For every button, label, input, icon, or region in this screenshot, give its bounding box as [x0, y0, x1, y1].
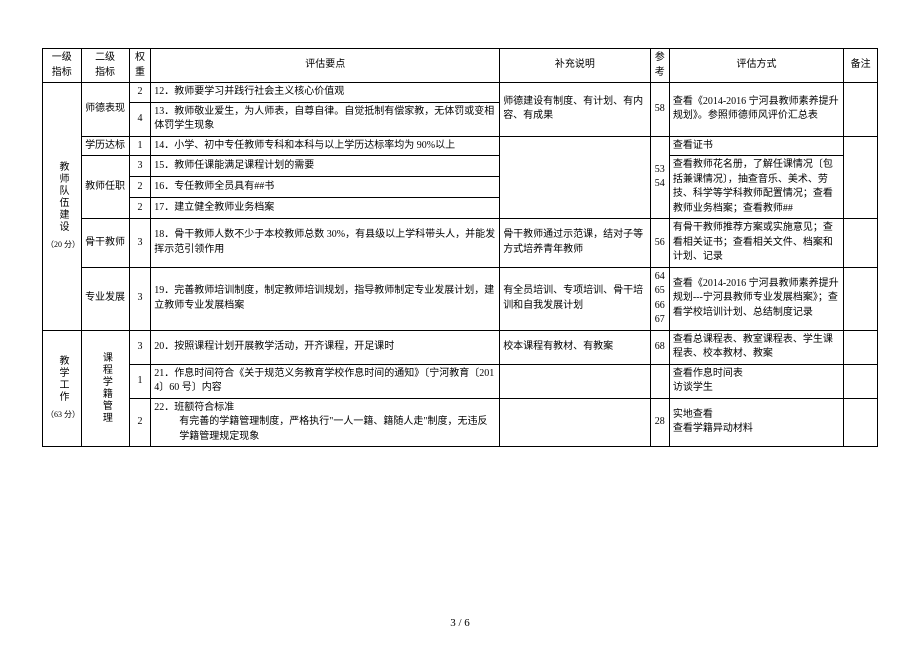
header-l2: 二级 指标	[81, 49, 129, 83]
rm-cell	[844, 398, 878, 447]
mt-cell: 查看《2014-2016 宁河县教师素养提升规划---宁河县教师专业发展档案》；…	[669, 267, 843, 330]
mt-cell: 查看总课程表、教室课程表、学生课程表、校本教材、教案	[669, 330, 843, 364]
rf-cell: 28	[650, 398, 669, 447]
rf-cell: 58	[650, 83, 669, 137]
table-header-row: 一级 指标 二级 指标 权 重 评估要点 补充说明 参 考 评估方式 备注	[43, 49, 878, 83]
wt-cell: 1	[129, 364, 151, 398]
sp-cell: 师德建设有制度、有计划、有内容、有成果	[500, 83, 650, 137]
wt-cell: 1	[129, 136, 151, 156]
pt-cell: 16．专任教师全员具有##书	[151, 177, 500, 198]
wt-cell: 2	[129, 198, 151, 219]
l2-cell: 骨干教师	[81, 219, 129, 268]
header-wt: 权 重	[129, 49, 151, 83]
pt-cell: 18．骨干教师人数不少于本校教师总数 30%，有县级以上学科带头人，并能发挥示范…	[151, 219, 500, 268]
header-sp: 补充说明	[500, 49, 650, 83]
rf-cell: 53 54	[650, 136, 669, 219]
rm-cell	[844, 364, 878, 398]
mt-cell: 查看作息时间表 访谈学生	[669, 364, 843, 398]
rf-cell: 56	[650, 219, 669, 268]
pt-cell: 21．作息时间符合《关于规范义务教育学校作息时间的通知》〔宁河教育〔2014〕6…	[151, 364, 500, 398]
page-number: 3 / 6	[0, 617, 920, 629]
rf-cell	[650, 364, 669, 398]
table-row: 专业发展 3 19．完善教师培训制度，制定教师培训规划，指导教师制定专业发展计划…	[43, 267, 878, 330]
table-row: 2 22．班额符合标准 有完善的学籍管理制度，严格执行"一人一籍、籍随人走"制度…	[43, 398, 878, 447]
header-pt: 评估要点	[151, 49, 500, 83]
l2-cell: 课程学籍管理	[81, 330, 129, 447]
wt-cell: 4	[129, 102, 151, 136]
pt-cell: 12．教师要学习并践行社会主义核心价值观	[151, 83, 500, 103]
document-page: 一级 指标 二级 指标 权 重 评估要点 补充说明 参 考 评估方式 备注 教师…	[0, 0, 920, 651]
pt-cell: 17．建立健全教师业务档案	[151, 198, 500, 219]
wt-cell: 2	[129, 398, 151, 447]
header-rf: 参 考	[650, 49, 669, 83]
header-rm: 备注	[844, 49, 878, 83]
wt-cell: 3	[129, 156, 151, 177]
wt-cell: 3	[129, 330, 151, 364]
pt-cell: 14．小学、初中专任教师专科和本科与以上学历达标率均为 90%以上	[151, 136, 500, 156]
l2-cell: 学历达标	[81, 136, 129, 156]
mt-cell: 查看教师花名册，了解任课情况〔包括兼课情况〕，抽查音乐、美术、劳技、科学等学科教…	[669, 156, 843, 219]
pt-cell: 19．完善教师培训制度，制定教师培训规划，指导教师制定专业发展计划，建立教师专业…	[151, 267, 500, 330]
l2-cell: 专业发展	[81, 267, 129, 330]
evaluation-table: 一级 指标 二级 指标 权 重 评估要点 补充说明 参 考 评估方式 备注 教师…	[42, 48, 878, 447]
rm-cell	[844, 136, 878, 219]
mt-cell: 实地查看 查看学籍异动材料	[669, 398, 843, 447]
rf-cell: 68	[650, 330, 669, 364]
header-mt: 评估方式	[669, 49, 843, 83]
wt-cell: 3	[129, 267, 151, 330]
l2-cell: 教师任职	[81, 156, 129, 219]
rm-cell	[844, 219, 878, 268]
pt-cell: 15．教师任课能满足课程计划的需要	[151, 156, 500, 177]
pt-cell: 13．教师敬业爱生，为人师表，自尊自律。自觉抵制有偿家教，无体罚或变相体罚学生现…	[151, 102, 500, 136]
header-l1: 一级 指标	[43, 49, 82, 83]
l1-cell: 教学工作 （63 分）	[43, 330, 82, 447]
mt-cell: 查看证书	[669, 136, 843, 156]
sp-cell: 有全员培训、专项培训、骨干培训和自我发展计划	[500, 267, 650, 330]
l2-cell: 师德表现	[81, 83, 129, 137]
table-row: 骨干教师 3 18．骨干教师人数不少于本校教师总数 30%，有县级以上学科带头人…	[43, 219, 878, 268]
table-row: 教学工作 （63 分） 课程学籍管理 3 20．按照课程计划开展教学活动，开齐课…	[43, 330, 878, 364]
sp-cell: 校本课程有教材、有教案	[500, 330, 650, 364]
rf-cell: 64 65 66 67	[650, 267, 669, 330]
rm-cell	[844, 330, 878, 364]
pt-cell: 20．按照课程计划开展教学活动，开齐课程，开足课时	[151, 330, 500, 364]
sp-cell	[500, 364, 650, 398]
mt-cell: 查看《2014-2016 宁河县教师素养提升规划》。参照师德师风评价汇总表	[669, 83, 843, 137]
table-row: 教师任职 3 15．教师任课能满足课程计划的需要 查看教师花名册，了解任课情况〔…	[43, 156, 878, 177]
sp-cell: 骨干教师通过示范课，结对子等方式培养青年教师	[500, 219, 650, 268]
table-row: 1 21．作息时间符合《关于规范义务教育学校作息时间的通知》〔宁河教育〔2014…	[43, 364, 878, 398]
sp-cell	[500, 398, 650, 447]
table-row: 教师队伍建设 （20 分） 师德表现 2 12．教师要学习并践行社会主义核心价值…	[43, 83, 878, 103]
mt-cell: 有骨干教师推荐方案或实施意见；查看相关证书；查看相关文件、档案和计划、记录	[669, 219, 843, 268]
wt-cell: 2	[129, 83, 151, 103]
sp-cell	[500, 136, 650, 219]
pt-cell: 22．班额符合标准 有完善的学籍管理制度，严格执行"一人一籍、籍随人走"制度，无…	[151, 398, 500, 447]
l1-cell: 教师队伍建设 （20 分）	[43, 83, 82, 331]
rm-cell	[844, 267, 878, 330]
wt-cell: 2	[129, 177, 151, 198]
table-row: 学历达标 1 14．小学、初中专任教师专科和本科与以上学历达标率均为 90%以上…	[43, 136, 878, 156]
rm-cell	[844, 83, 878, 137]
wt-cell: 3	[129, 219, 151, 268]
